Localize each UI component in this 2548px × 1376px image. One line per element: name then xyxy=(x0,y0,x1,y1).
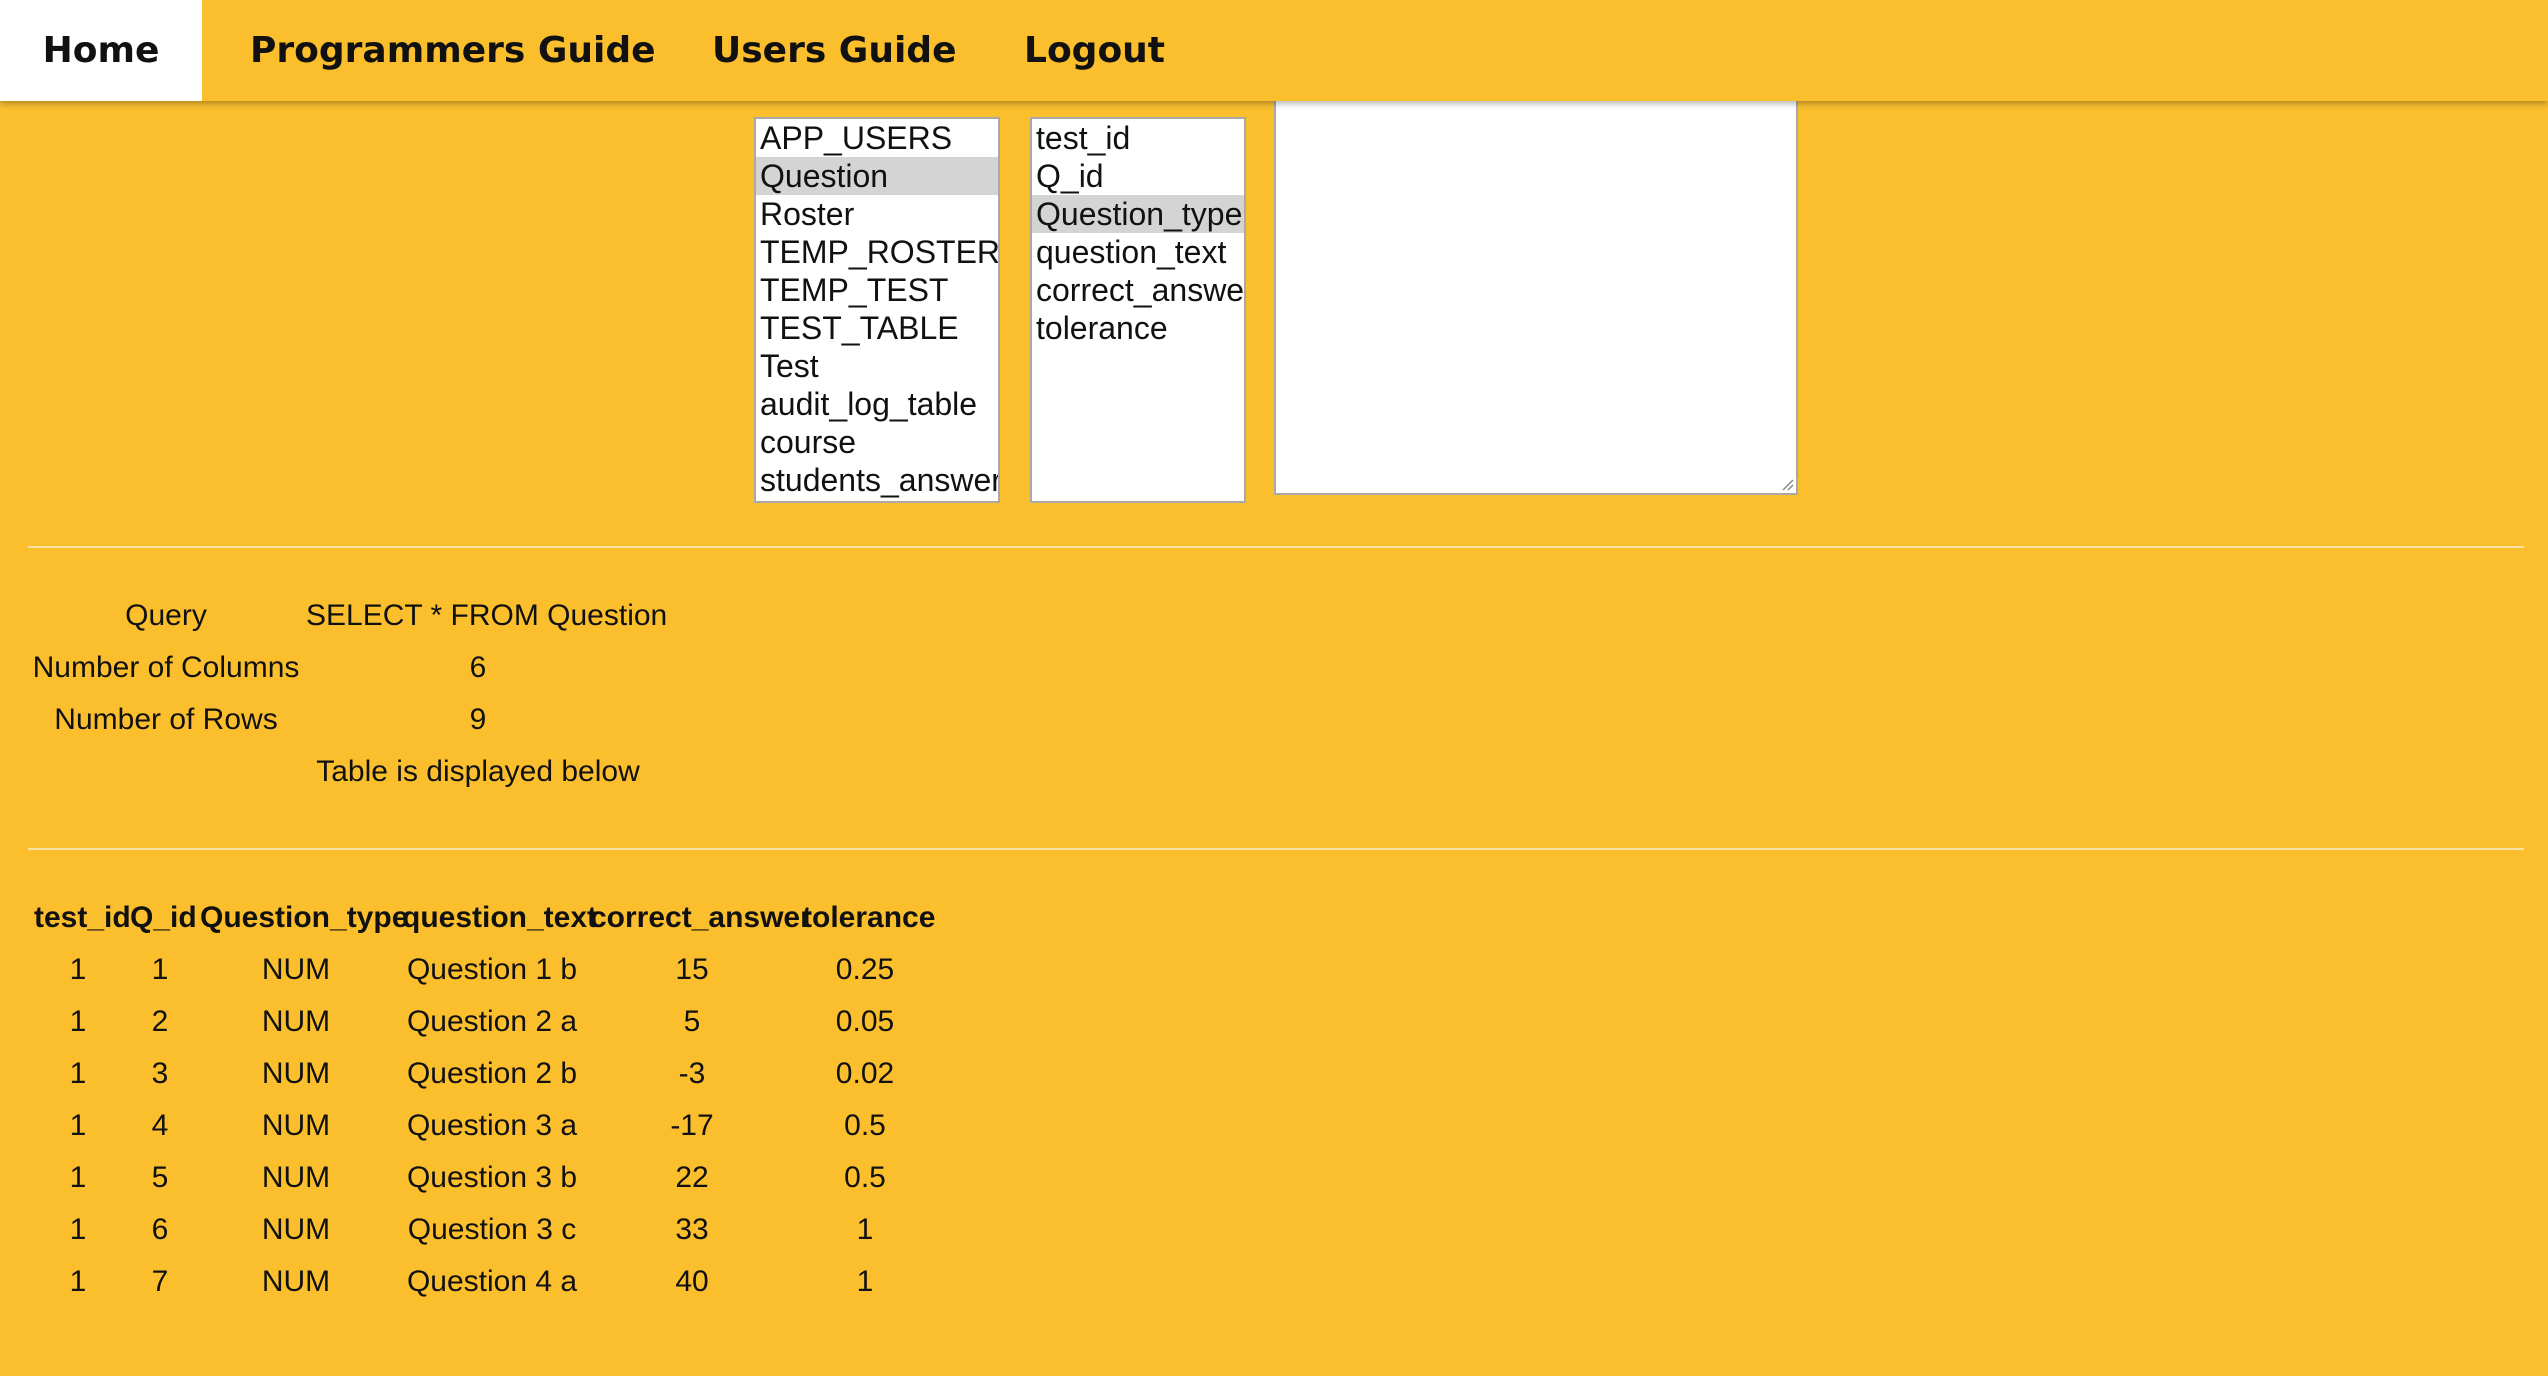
table-cell: Question 2 a xyxy=(406,1005,578,1038)
column-option[interactable]: tolerance xyxy=(1032,309,1244,347)
nav-home[interactable]: Home xyxy=(0,0,202,101)
divider xyxy=(28,848,2524,850)
table-cell: 1 xyxy=(69,1213,87,1246)
table-header-cell: test_id xyxy=(34,901,131,934)
query-value: SELECT * FROM Question xyxy=(306,599,668,632)
table-header-cell: Question_type xyxy=(200,901,409,934)
table-option[interactable]: audit_log_table xyxy=(756,385,998,423)
table-cell: 4 xyxy=(151,1109,169,1142)
columns-label: Number of Columns xyxy=(32,651,300,684)
table-header-cell: correct_answer xyxy=(590,901,812,934)
table-cell: 0.5 xyxy=(844,1161,886,1194)
table-cell: 1 xyxy=(151,953,169,986)
column-option-selected[interactable]: Question_type xyxy=(1032,195,1244,233)
table-option[interactable]: course xyxy=(756,423,998,461)
table-displayed-note: Table is displayed below xyxy=(316,755,640,788)
table-cell: 1 xyxy=(69,1057,87,1090)
nav-logout[interactable]: Logout xyxy=(1024,0,1165,101)
nav-users-guide[interactable]: Users Guide xyxy=(712,0,957,101)
table-option[interactable]: Roster xyxy=(756,195,998,233)
rows-label: Number of Rows xyxy=(54,703,278,736)
tables-listbox[interactable]: APP_USERS Question Roster TEMP_ROSTER TE… xyxy=(754,117,1000,503)
table-cell: 0.02 xyxy=(835,1057,895,1090)
table-cell: NUM xyxy=(261,1005,331,1038)
table-cell: 1 xyxy=(856,1213,874,1246)
columns-value: 6 xyxy=(469,651,487,684)
table-option[interactable]: TEMP_ROSTER xyxy=(756,233,998,271)
table-cell: NUM xyxy=(261,1265,331,1298)
table-cell: 5 xyxy=(151,1161,169,1194)
table-cell: 1 xyxy=(69,953,87,986)
table-cell: Question 3 a xyxy=(406,1109,578,1142)
table-cell: 2 xyxy=(151,1005,169,1038)
table-cell: 1 xyxy=(856,1265,874,1298)
table-option[interactable]: TEST_TABLE xyxy=(756,309,998,347)
column-option[interactable]: question_text xyxy=(1032,233,1244,271)
table-cell: 33 xyxy=(675,1213,709,1246)
table-option[interactable]: APP_USERS xyxy=(756,119,998,157)
table-cell: 6 xyxy=(151,1213,169,1246)
table-header-cell: tolerance xyxy=(802,901,936,934)
table-cell: NUM xyxy=(261,1057,331,1090)
column-option[interactable]: correct_answer xyxy=(1032,271,1244,309)
table-cell: 40 xyxy=(675,1265,709,1298)
table-cell: 0.5 xyxy=(844,1109,886,1142)
columns-listbox[interactable]: test_id Q_id Question_type question_text… xyxy=(1030,117,1246,503)
table-cell: 0.25 xyxy=(835,953,895,986)
table-cell: 5 xyxy=(683,1005,701,1038)
table-cell: Question 1 b xyxy=(406,953,578,986)
query-textarea[interactable] xyxy=(1274,101,1798,495)
table-cell: -17 xyxy=(670,1109,714,1142)
table-cell: 3 xyxy=(151,1057,169,1090)
table-cell: Question 2 b xyxy=(406,1057,578,1090)
resize-grip-icon[interactable] xyxy=(1778,475,1794,491)
table-header-cell: Q_id xyxy=(130,901,197,934)
table-cell: 22 xyxy=(675,1161,709,1194)
table-cell: 7 xyxy=(151,1265,169,1298)
query-label: Query xyxy=(125,599,207,632)
table-cell: 0.05 xyxy=(835,1005,895,1038)
table-cell: NUM xyxy=(261,1161,331,1194)
table-option[interactable]: TEMP_TEST xyxy=(756,271,998,309)
table-cell: 1 xyxy=(69,1161,87,1194)
table-header-cell: question_text xyxy=(402,901,598,934)
table-option[interactable]: students_answers xyxy=(756,461,998,499)
top-nav: Home Programmers Guide Users Guide Logou… xyxy=(0,0,2548,101)
table-cell: NUM xyxy=(261,953,331,986)
table-option-selected[interactable]: Question xyxy=(756,157,998,195)
table-cell: 1 xyxy=(69,1265,87,1298)
divider xyxy=(28,546,2524,548)
nav-programmers-guide[interactable]: Programmers Guide xyxy=(250,0,656,101)
table-cell: Question 3 c xyxy=(407,1213,577,1246)
table-option[interactable]: Test xyxy=(756,347,998,385)
table-cell: 15 xyxy=(675,953,709,986)
table-cell: Question 4 a xyxy=(406,1265,578,1298)
rows-value: 9 xyxy=(469,703,487,736)
table-cell: NUM xyxy=(261,1109,331,1142)
table-cell: 1 xyxy=(69,1109,87,1142)
column-option[interactable]: test_id xyxy=(1032,119,1244,157)
table-cell: -3 xyxy=(678,1057,706,1090)
table-cell: NUM xyxy=(261,1213,331,1246)
column-option[interactable]: Q_id xyxy=(1032,157,1244,195)
table-cell: 1 xyxy=(69,1005,87,1038)
table-cell: Question 3 b xyxy=(406,1161,578,1194)
